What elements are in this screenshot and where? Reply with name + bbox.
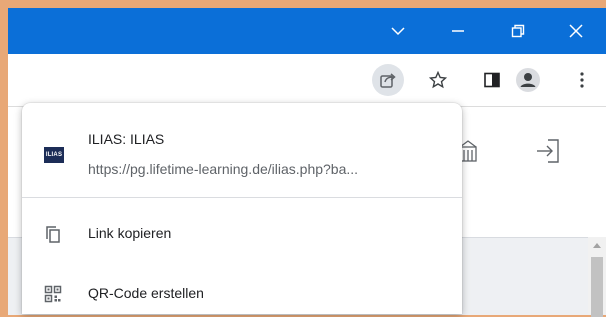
close-button[interactable]	[546, 8, 606, 54]
scrollbar[interactable]	[588, 237, 606, 317]
logout-icon[interactable]	[534, 137, 562, 165]
create-qr-code-item[interactable]: QR-Code erstellen	[22, 269, 462, 317]
restore-icon	[511, 24, 525, 38]
profile-button[interactable]	[512, 64, 544, 96]
close-icon	[569, 24, 583, 38]
restore-button[interactable]	[488, 8, 548, 54]
profile-icon	[516, 68, 540, 92]
side-panel-icon	[484, 72, 500, 88]
bookmark-button[interactable]	[422, 64, 454, 96]
chevron-down-icon	[391, 27, 405, 36]
share-popup: ILIAS ILIAS: ILIAS https://pg.lifetime-l…	[22, 103, 462, 314]
page-url: https://pg.lifetime-learning.de/ilias.ph…	[88, 161, 359, 177]
minimize-icon	[452, 30, 464, 32]
star-icon	[429, 71, 447, 89]
qr-code-icon	[44, 285, 62, 303]
site-favicon: ILIAS	[44, 147, 64, 163]
page-title: ILIAS: ILIAS	[88, 131, 165, 147]
window-titlebar	[8, 8, 606, 54]
more-menu-icon	[580, 72, 584, 88]
browser-toolbar	[8, 54, 606, 107]
share-button[interactable]	[372, 64, 404, 96]
tab-search-button[interactable]	[368, 8, 428, 54]
share-icon	[380, 73, 396, 88]
scroll-thumb[interactable]	[591, 257, 603, 317]
side-panel-button[interactable]	[476, 64, 508, 96]
copy-icon	[46, 226, 60, 243]
favicon-text: ILIAS	[45, 152, 63, 158]
copy-link-label: Link kopieren	[88, 225, 172, 241]
scroll-up-icon[interactable]	[593, 243, 601, 248]
divider	[22, 197, 462, 198]
minimize-button[interactable]	[428, 8, 488, 54]
more-menu-button[interactable]	[566, 64, 598, 96]
create-qr-code-label: QR-Code erstellen	[88, 285, 204, 301]
copy-link-item[interactable]: Link kopieren	[22, 209, 462, 257]
